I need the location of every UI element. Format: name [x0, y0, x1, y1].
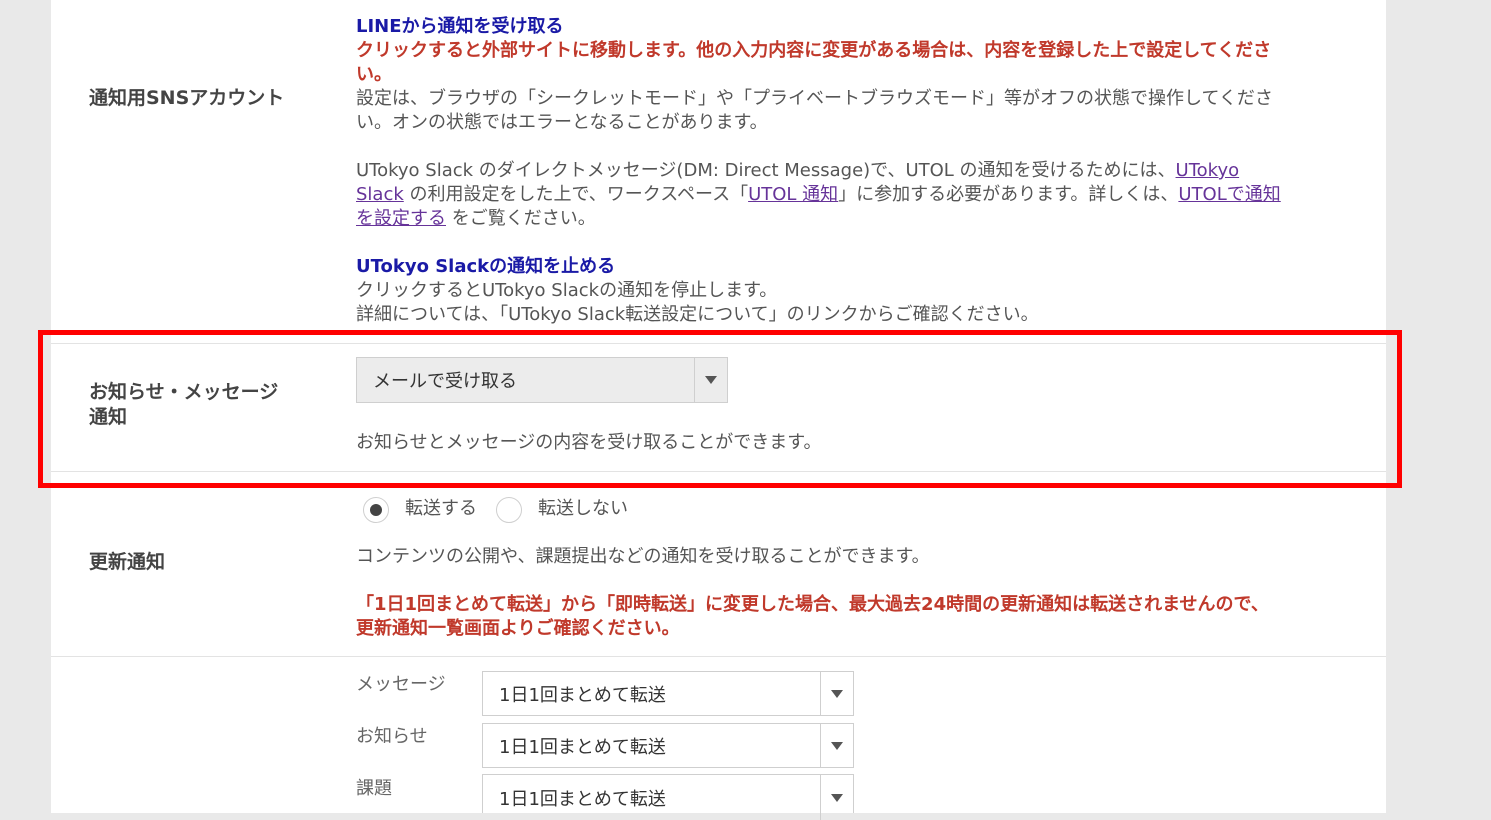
slack-dm-paragraph-line1: UTokyo Slack のダイレクトメッセージ(DM: Direct Mess… — [356, 159, 1239, 183]
highlight-frame — [38, 330, 1402, 488]
slack-dm-paragraph-line2: Slack の利用設定をした上で、ワークスペース「UTOL 通知」に参加する必要… — [356, 183, 1281, 207]
slack-dm-paragraph-line3: を設定する をご覧ください。 — [356, 207, 596, 231]
update-warning-cont: 更新通知一覧画面よりご確認ください。 — [356, 618, 680, 639]
slack-see-text: をご覧ください。 — [446, 208, 596, 229]
slack-join-text: 」に参加する必要があります。詳しくは、 — [838, 184, 1179, 205]
radio-forward[interactable] — [363, 497, 389, 523]
slack-dm-text: UTokyo Slack のダイレクトメッセージ(DM: Direct Mess… — [356, 160, 1176, 181]
slack-stop-link[interactable]: UTokyo Slackの通知を止める — [356, 255, 615, 279]
row-divider — [51, 656, 1386, 657]
utokyo-slack-link-cont[interactable]: Slack — [356, 184, 404, 205]
line-warning-text-cont: い。 — [356, 64, 392, 85]
utol-notify-workspace-link[interactable]: UTOL 通知 — [748, 184, 838, 205]
utokyo-slack-link[interactable]: UTokyo — [1176, 160, 1240, 181]
option-label-notice: お知らせ — [356, 726, 428, 747]
slack-stop-note: クリックするとUTokyo Slackの通知を停止します。 — [356, 280, 778, 301]
chevron-down-icon — [820, 724, 853, 767]
browser-note: 設定は、ブラウザの「シークレットモード」や「プライベートブラウズモード」等がオフ… — [356, 88, 1273, 109]
utol-notify-setup-link[interactable]: UTOLで通知 — [1178, 184, 1280, 205]
assignment-forward-value: 1日1回まとめて転送 — [499, 788, 666, 810]
browser-note-cont: い。オンの状態ではエラーとなることがあります。 — [356, 112, 768, 133]
option-label-assignment: 課題 — [356, 778, 392, 799]
assignment-forward-select[interactable]: 1日1回まとめて転送 — [482, 774, 854, 820]
update-description: コンテンツの公開や、課題提出などの通知を受け取ることができます。 — [356, 546, 930, 567]
chevron-down-icon — [820, 672, 853, 715]
line-notify-link[interactable]: LINEから通知を受け取る — [356, 15, 564, 39]
radio-no-forward[interactable] — [496, 497, 522, 523]
message-forward-select[interactable]: 1日1回まとめて転送 — [482, 671, 854, 716]
chevron-down-icon — [820, 775, 853, 820]
notice-forward-select[interactable]: 1日1回まとめて転送 — [482, 723, 854, 768]
option-label-message: メッセージ — [356, 674, 446, 695]
slack-setup-text: の利用設定をした上で、ワークスペース「 — [403, 184, 749, 205]
radio-no-forward-label[interactable]: 転送しない — [538, 497, 628, 521]
update-warning: 「1日1回まとめて転送」から「即時転送」に変更した場合、最大過去24時間の更新通… — [356, 594, 1269, 615]
notice-forward-value: 1日1回まとめて転送 — [499, 736, 666, 758]
radio-forward-label[interactable]: 転送する — [405, 497, 477, 521]
update-notify-label: 更新通知 — [89, 551, 166, 573]
sns-account-label: 通知用SNSアカウント — [89, 87, 285, 109]
radio-selected-dot — [370, 504, 382, 516]
line-warning-text: クリックすると外部サイトに移動します。他の入力内容に変更がある場合は、内容を登録… — [356, 40, 1272, 61]
message-forward-value: 1日1回まとめて転送 — [499, 684, 666, 706]
utol-notify-setup-link-cont[interactable]: を設定する — [356, 208, 446, 229]
slack-stop-detail: 詳細については、「UTokyo Slack転送設定について」のリンクからご確認く… — [356, 304, 1039, 325]
